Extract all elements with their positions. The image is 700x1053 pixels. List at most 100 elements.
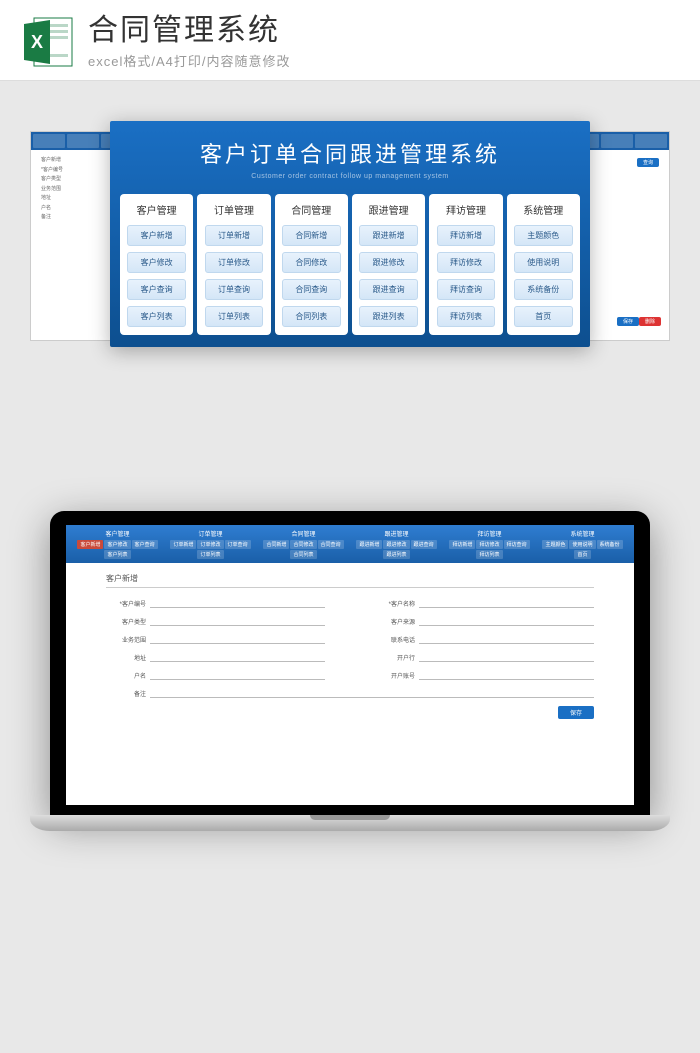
form-label: 开户行 — [375, 653, 415, 662]
form-row: 开户行 — [375, 652, 594, 662]
nav-button[interactable]: 合同查询 — [318, 540, 344, 549]
nav-button[interactable]: 首页 — [574, 550, 590, 559]
menu-column: 客户管理客户新增客户修改客户查询客户列表 — [120, 194, 193, 335]
menu-button[interactable]: 首页 — [514, 306, 573, 327]
menu-button[interactable]: 主题颜色 — [514, 225, 573, 246]
form-input[interactable] — [419, 634, 594, 644]
form-input[interactable] — [419, 598, 594, 608]
svg-text:X: X — [31, 32, 43, 52]
form-input[interactable] — [150, 616, 325, 626]
form-input[interactable] — [150, 652, 325, 662]
menu-button[interactable]: 客户列表 — [127, 306, 186, 327]
nav-group: 拜访管理拜访新增拜访修改拜访查询拜访列表 — [444, 529, 535, 559]
bg-query-button: 查询 — [637, 158, 659, 167]
nav-button[interactable]: 跟进列表 — [383, 550, 409, 559]
form-input[interactable] — [419, 670, 594, 680]
menu-button[interactable]: 拜访修改 — [437, 252, 496, 273]
nav-group: 订单管理订单新增订单修改订单查询订单列表 — [165, 529, 256, 559]
menu-button[interactable]: 订单查询 — [205, 279, 264, 300]
nav-button[interactable]: 拜访查询 — [504, 540, 530, 549]
form-label: *客户编号 — [106, 599, 146, 608]
form-row: 联系电话 — [375, 634, 594, 644]
nav-button[interactable]: 跟进查询 — [411, 540, 437, 549]
nav-group-title: 系统管理 — [537, 529, 628, 538]
menu-button[interactable]: 客户修改 — [127, 252, 186, 273]
bg-delete-button: 删除 — [639, 317, 661, 326]
nav-button[interactable]: 订单修改 — [197, 540, 223, 549]
nav-group-title: 跟进管理 — [351, 529, 442, 538]
laptop-mockup: 客户管理客户新增客户修改客户查询客户列表订单管理订单新增订单修改订单查询订单列表… — [50, 511, 650, 831]
nav-button[interactable]: 拜访修改 — [476, 540, 502, 549]
form-input[interactable] — [150, 688, 594, 698]
nav-button[interactable]: 系统备份 — [597, 540, 623, 549]
menu-button[interactable]: 拜访新增 — [437, 225, 496, 246]
menu-column: 跟进管理跟进新增跟进修改跟进查询跟进列表 — [352, 194, 425, 335]
excel-icon: X — [20, 14, 76, 70]
form-row: 备注 — [106, 688, 594, 698]
nav-button[interactable]: 客户新增 — [77, 540, 103, 549]
nav-button[interactable]: 订单查询 — [225, 540, 251, 549]
nav-button[interactable]: 拜访列表 — [476, 550, 502, 559]
menu-button[interactable]: 跟进修改 — [359, 252, 418, 273]
form-input[interactable] — [419, 616, 594, 626]
main-title: 客户订单合同跟进管理系统 — [120, 137, 580, 169]
menu-button[interactable]: 客户查询 — [127, 279, 186, 300]
nav-group-title: 合同管理 — [258, 529, 349, 538]
menu-button[interactable]: 合同查询 — [282, 279, 341, 300]
nav-button[interactable]: 合同修改 — [290, 540, 316, 549]
laptop-base — [30, 815, 670, 831]
form-input[interactable] — [150, 670, 325, 680]
page-subtitle: excel格式/A4打印/内容随意修改 — [88, 51, 680, 70]
menu-button[interactable]: 合同列表 — [282, 306, 341, 327]
menu-button[interactable]: 系统备份 — [514, 279, 573, 300]
form-title: 客户新增 — [106, 573, 594, 588]
form-input[interactable] — [419, 652, 594, 662]
menu-button[interactable]: 跟进新增 — [359, 225, 418, 246]
nav-button[interactable]: 拜访新增 — [449, 540, 475, 549]
menu-button[interactable]: 合同修改 — [282, 252, 341, 273]
menu-button[interactable]: 订单修改 — [205, 252, 264, 273]
form-row: 客户来源 — [375, 616, 594, 626]
menu-button[interactable]: 客户新增 — [127, 225, 186, 246]
save-button[interactable]: 保存 — [558, 706, 594, 719]
menu-button[interactable]: 拜访列表 — [437, 306, 496, 327]
nav-group: 跟进管理跟进新增跟进修改跟进查询跟进列表 — [351, 529, 442, 559]
menu-button[interactable]: 跟进列表 — [359, 306, 418, 327]
nav-button[interactable]: 使用说明 — [569, 540, 595, 549]
main-subtitle: Customer order contract follow up manage… — [120, 173, 580, 180]
menu-button[interactable]: 拜访查询 — [437, 279, 496, 300]
form-row: 开户账号 — [375, 670, 594, 680]
nav-group: 系统管理主题颜色使用说明系统备份首页 — [537, 529, 628, 559]
nav-group: 客户管理客户新增客户修改客户查询客户列表 — [72, 529, 163, 559]
nav-button[interactable]: 主题颜色 — [542, 540, 568, 549]
form-label: 地址 — [106, 653, 146, 662]
form-label: 业务范围 — [106, 635, 146, 644]
preview-stage-1: 客户新增 *客户编号 客户类型 业务范围 地址 户名 备注 查询 范围 保存 删… — [0, 121, 700, 421]
nav-button[interactable]: 订单列表 — [197, 550, 223, 559]
form-label: 客户类型 — [106, 617, 146, 626]
form-label: 备注 — [106, 689, 146, 698]
menu-button[interactable]: 合同新增 — [282, 225, 341, 246]
form-input[interactable] — [150, 634, 325, 644]
menu-button[interactable]: 订单新增 — [205, 225, 264, 246]
nav-button[interactable]: 客户修改 — [104, 540, 130, 549]
form-row: 业务范围 — [106, 634, 325, 644]
navbar: 客户管理客户新增客户修改客户查询客户列表订单管理订单新增订单修改订单查询订单列表… — [66, 525, 634, 563]
nav-button[interactable]: 跟进新增 — [356, 540, 382, 549]
form-row: *客户编号 — [106, 598, 325, 608]
nav-button[interactable]: 客户查询 — [132, 540, 158, 549]
nav-group: 合同管理合同新增合同修改合同查询合同列表 — [258, 529, 349, 559]
nav-button[interactable]: 客户列表 — [104, 550, 130, 559]
menu-button[interactable]: 订单列表 — [205, 306, 264, 327]
nav-button[interactable]: 订单新增 — [170, 540, 196, 549]
nav-group-title: 客户管理 — [72, 529, 163, 538]
form-label: 联系电话 — [375, 635, 415, 644]
form-label: 客户来源 — [375, 617, 415, 626]
menu-column: 订单管理订单新增订单修改订单查询订单列表 — [197, 194, 270, 335]
menu-button[interactable]: 跟进查询 — [359, 279, 418, 300]
form-input[interactable] — [150, 598, 325, 608]
menu-button[interactable]: 使用说明 — [514, 252, 573, 273]
nav-button[interactable]: 合同新增 — [263, 540, 289, 549]
nav-button[interactable]: 跟进修改 — [383, 540, 409, 549]
nav-button[interactable]: 合同列表 — [290, 550, 316, 559]
